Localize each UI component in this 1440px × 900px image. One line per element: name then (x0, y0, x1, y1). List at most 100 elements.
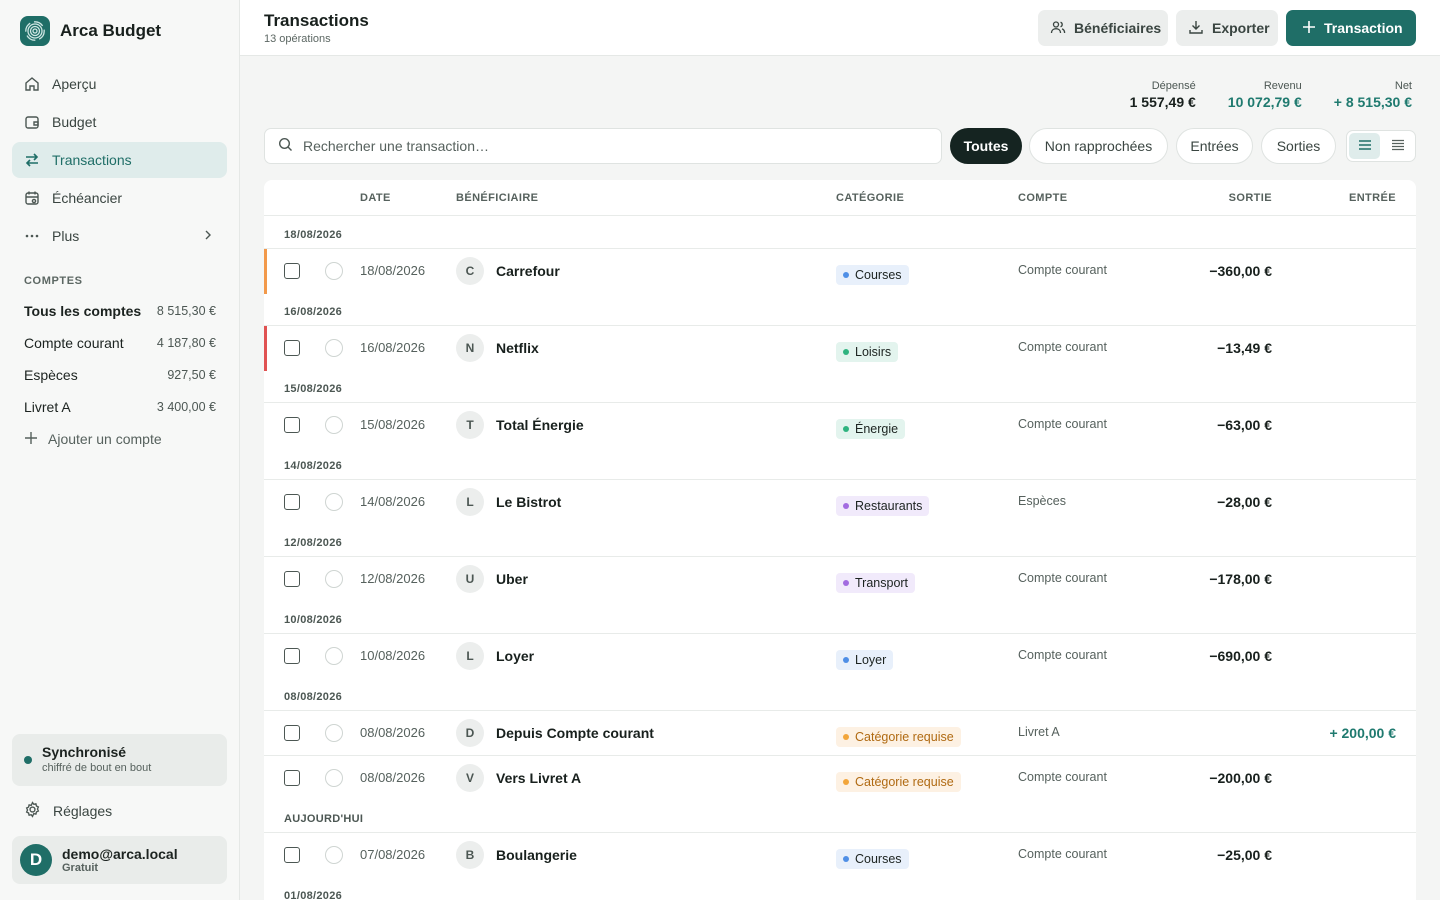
table-row[interactable]: 16/08/2026 N Netflix Loisirs Compte courant −… (264, 325, 1416, 371)
row-payee[interactable]: Carrefour (496, 263, 560, 279)
sync-title: Synchronisé (42, 744, 127, 760)
payees-label: Bénéficiaires (1074, 20, 1162, 36)
account-name: Tous les comptes (24, 303, 142, 319)
nav-item-plus[interactable]: Plus (12, 218, 227, 254)
category-badge[interactable]: Loyer (836, 650, 894, 670)
row-checkbox[interactable] (284, 340, 300, 356)
total-income: Revenu 10 072,79 € (1228, 80, 1302, 110)
reconcile-toggle[interactable] (325, 570, 343, 588)
table-header: DATE BÉNÉFICIAIRE CATÉGORIE COMPTE SORTI… (264, 180, 1416, 216)
total-income-label: Revenu (1263, 80, 1302, 92)
row-out-amount: −25,00 € (1217, 847, 1272, 863)
table-row[interactable]: 07/08/2026 B Boulangerie Courses Compte cour… (264, 832, 1416, 877)
reconcile-toggle[interactable] (325, 262, 343, 280)
row-out-amount: −360,00 € (1209, 263, 1272, 279)
reconcile-toggle[interactable] (325, 416, 343, 434)
account-item-especes[interactable]: Espèces 927,50 € (24, 359, 216, 391)
category-badge[interactable]: Restaurants (836, 496, 930, 516)
column-header-account[interactable]: COMPTE (1018, 192, 1067, 204)
add-transaction-button[interactable]: Transaction (1286, 10, 1416, 46)
filter-all[interactable]: Toutes (950, 128, 1022, 164)
column-header-out[interactable]: SORTIE (1229, 192, 1272, 204)
compact-view-button[interactable] (1382, 133, 1413, 159)
row-payee[interactable]: Netflix (496, 340, 539, 356)
category-badge[interactable]: Loisirs (836, 342, 899, 362)
category-badge[interactable]: Énergie (836, 419, 906, 439)
row-checkbox[interactable] (284, 263, 300, 279)
column-header-category[interactable]: CATÉGORIE (836, 192, 904, 204)
row-out-amount: −178,00 € (1209, 571, 1272, 587)
nav-item-echeancier[interactable]: Échéancier (12, 180, 227, 216)
table-row[interactable]: 18/08/2026 C Carrefour Courses Compte couran… (264, 248, 1416, 294)
column-header-date[interactable]: DATE (360, 192, 391, 204)
column-header-in[interactable]: ENTRÉE (1349, 192, 1396, 204)
filter-expenses[interactable]: Sorties (1261, 128, 1336, 164)
user-menu[interactable]: D demo@arca.local Gratuit (12, 836, 227, 884)
nav-item-apercu[interactable]: Aperçu (12, 66, 227, 102)
nav-label: Plus (52, 228, 80, 244)
row-payee[interactable]: Boulangerie (496, 847, 577, 863)
filter-unreconciled[interactable]: Non rapprochées (1029, 128, 1168, 164)
date-group-label: 12/08/2026 (284, 537, 343, 549)
row-payee[interactable]: Vers Livret A (496, 770, 581, 786)
payees-button[interactable]: Bénéficiaires (1038, 10, 1168, 46)
account-item-livret-a[interactable]: Livret A 3 400,00 € (24, 391, 216, 423)
table-row[interactable]: 15/08/2026 T Total Énergie Énergie Compte co… (264, 402, 1416, 447)
row-payee[interactable]: Loyer (496, 648, 534, 664)
filter-income[interactable]: Entrées (1176, 128, 1253, 164)
category-badge[interactable]: Courses (836, 849, 909, 869)
row-payee[interactable]: Depuis Compte courant (496, 725, 654, 741)
nav-item-budget[interactable]: Budget (12, 104, 227, 140)
transactions-table: DATE BÉNÉFICIAIRE CATÉGORIE COMPTE SORTI… (264, 180, 1416, 900)
comfortable-view-button[interactable] (1349, 133, 1380, 159)
category-badge[interactable]: Catégorie requise (836, 727, 961, 747)
reconcile-toggle[interactable] (325, 769, 343, 787)
row-checkbox[interactable] (284, 648, 300, 664)
row-date: 14/08/2026 (360, 494, 426, 509)
row-checkbox[interactable] (284, 571, 300, 587)
settings-link[interactable]: Réglages (24, 800, 112, 822)
download-icon (1188, 19, 1204, 38)
home-icon (24, 76, 40, 92)
account-name: Espèces (24, 367, 78, 383)
total-net-label: Net (1394, 80, 1412, 92)
account-item-courant[interactable]: Compte courant 4 187,80 € (24, 327, 216, 359)
add-account-button[interactable]: Ajouter un compte (24, 423, 216, 455)
table-row[interactable]: 12/08/2026 U Uber Transport Compte courant −1… (264, 556, 1416, 601)
sidebar: Arca Budget Aperçu Budget Transactions É… (0, 0, 240, 900)
table-row[interactable]: 14/08/2026 L Le Bistrot Restaurants Espèces −… (264, 479, 1416, 524)
plus-icon (1302, 20, 1316, 37)
export-button[interactable]: Exporter (1176, 10, 1278, 46)
brand[interactable]: Arca Budget (20, 16, 161, 46)
row-checkbox[interactable] (284, 417, 300, 433)
row-payee[interactable]: Le Bistrot (496, 494, 561, 510)
reconcile-toggle[interactable] (325, 647, 343, 665)
nav-item-transactions[interactable]: Transactions (12, 142, 227, 178)
category-dot-icon (843, 426, 849, 432)
reconcile-toggle[interactable] (325, 339, 343, 357)
table-row[interactable]: 10/08/2026 L Loyer Loyer Compte courant −690,… (264, 633, 1416, 678)
table-row[interactable]: 08/08/2026 V Vers Livret A Catégorie requis… (264, 755, 1416, 800)
date-group-header: 18/08/2026 (264, 216, 1416, 248)
row-date: 08/08/2026 (360, 725, 426, 740)
row-checkbox[interactable] (284, 770, 300, 786)
category-badge[interactable]: Courses (836, 265, 909, 285)
search-input[interactable] (303, 138, 903, 154)
reconcile-toggle[interactable] (325, 846, 343, 864)
account-item-all[interactable]: Tous les comptes 8 515,30 € (24, 295, 216, 327)
row-checkbox[interactable] (284, 847, 300, 863)
column-header-payee[interactable]: BÉNÉFICIAIRE (456, 192, 538, 204)
reconcile-toggle[interactable] (325, 493, 343, 511)
table-row[interactable]: 08/08/2026 D Depuis Compte courant Catégori… (264, 710, 1416, 755)
category-badge[interactable]: Transport (836, 573, 916, 593)
row-checkbox[interactable] (284, 494, 300, 510)
category-label: Catégorie requise (855, 775, 954, 789)
row-payee[interactable]: Uber (496, 571, 528, 587)
date-group-label: AUJOURD'HUI (284, 813, 364, 825)
totals-summary: Dépensé 1 557,49 € Revenu 10 072,79 € Ne… (1130, 80, 1412, 110)
category-label: Énergie (855, 422, 899, 436)
reconcile-toggle[interactable] (325, 724, 343, 742)
row-checkbox[interactable] (284, 725, 300, 741)
row-payee[interactable]: Total Énergie (496, 417, 584, 433)
category-badge[interactable]: Catégorie requise (836, 772, 961, 792)
